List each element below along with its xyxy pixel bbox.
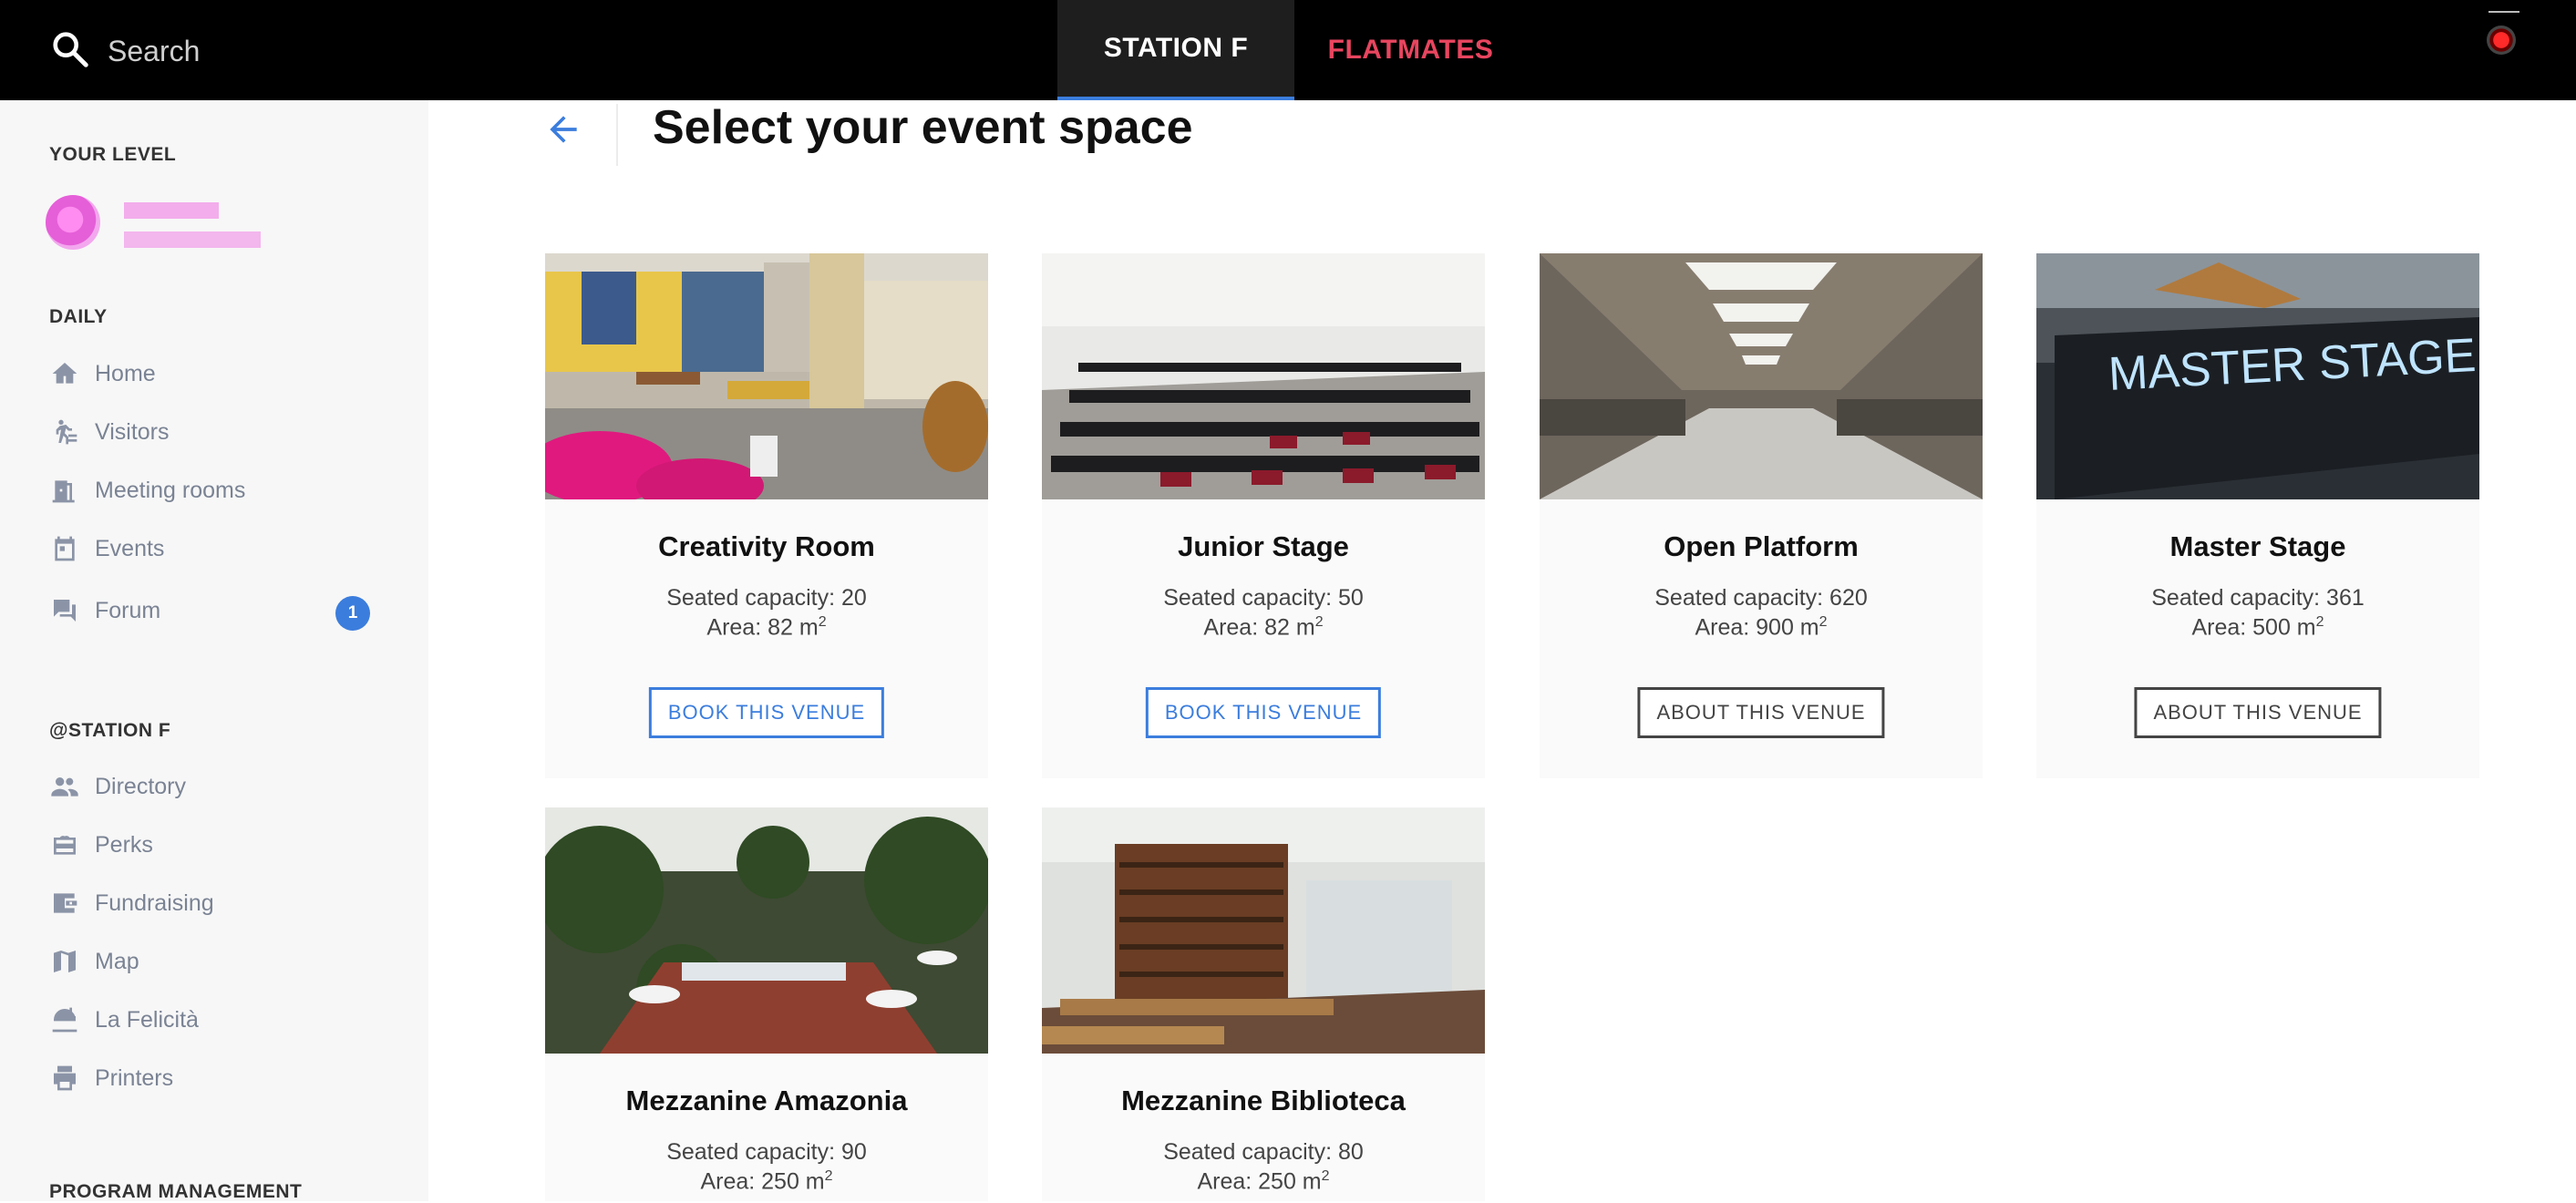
sidebar-item-perks[interactable]: Perks <box>49 822 377 868</box>
area-exponent: 2 <box>1321 1168 1330 1184</box>
sidebar-item-label: Directory <box>95 773 187 799</box>
venue-name: Master Stage <box>2169 530 2346 562</box>
venue-area: Area: 250 m2 <box>1042 1168 1485 1195</box>
venue-area-text: Area: 900 m <box>1695 614 1819 641</box>
venue-image-open-platform <box>1540 253 1983 499</box>
sidebar-item-printers[interactable]: Printers <box>49 1055 377 1101</box>
venue-area: Area: 82 m2 <box>545 614 988 641</box>
sidebar-item-label: Fundraising <box>95 889 214 916</box>
sidebar-item-fundraising[interactable]: Fundraising <box>49 880 377 926</box>
venue-card-open-platform: Open Platform Seated capacity: 620 Area:… <box>1540 253 1983 778</box>
sidebar-item-label: Visitors <box>95 418 170 445</box>
arrow-left-icon <box>543 116 583 153</box>
book-venue-button[interactable]: BOOK THIS VENUE <box>648 687 885 738</box>
sidebar-item-label: Map <box>95 948 139 974</box>
meeting-room-icon <box>49 475 80 506</box>
header-divider <box>616 104 618 166</box>
venue-area: Area: 900 m2 <box>1540 614 1983 641</box>
venue-card-mezzanine-biblioteca: Mezzanine Biblioteca Seated capacity: 80… <box>1042 807 1485 1201</box>
people-icon <box>49 771 80 802</box>
wallet-icon <box>49 888 80 919</box>
home-icon <box>49 358 80 389</box>
venue-capacity: Seated capacity: 361 <box>2151 585 2365 611</box>
top-bar: Search STATION F FLATMATES <box>0 0 2576 100</box>
venue-capacity: Seated capacity: 90 <box>666 1139 867 1165</box>
search-box[interactable]: Search <box>49 24 200 78</box>
search-input[interactable]: Search <box>108 35 200 68</box>
venue-image-creativity-room <box>545 253 988 499</box>
record-indicator-icon[interactable] <box>2487 26 2516 55</box>
venue-card-junior-stage: Junior Stage Seated capacity: 50 Area: 8… <box>1042 253 1485 778</box>
venue-name: Open Platform <box>1664 530 1859 562</box>
program-section-title: PROGRAM MANAGEMENT <box>49 1181 303 1202</box>
sidebar-item-label: Perks <box>95 831 153 858</box>
about-venue-button[interactable]: ABOUT THIS VENUE <box>1637 687 1885 738</box>
calendar-icon <box>49 533 80 564</box>
sidebar-item-la-felicita[interactable]: La Felicità <box>49 997 377 1043</box>
venue-capacity: Seated capacity: 50 <box>1163 585 1364 611</box>
venue-card-master-stage: MASTER STAGE Master Stage Seated capacit… <box>2036 253 2479 778</box>
venue-image-junior-stage <box>1042 253 1485 499</box>
venue-capacity: Seated capacity: 620 <box>1654 585 1868 611</box>
venue-name: Mezzanine Biblioteca <box>1121 1085 1406 1116</box>
venue-capacity: Seated capacity: 20 <box>666 585 867 611</box>
printer-icon <box>49 1063 80 1094</box>
daily-section-title: DAILY <box>49 306 108 327</box>
venue-card-creativity-room: Creativity Room Seated capacity: 20 Area… <box>545 253 988 778</box>
sidebar-item-label: Forum <box>95 597 161 623</box>
sidebar-item-forum[interactable]: Forum <box>49 588 377 633</box>
venue-area-text: Area: 500 m <box>2191 614 2316 641</box>
level-avatar <box>46 195 100 250</box>
area-exponent: 2 <box>1819 614 1828 630</box>
sidebar-item-label: Home <box>95 360 156 386</box>
area-exponent: 2 <box>818 614 827 630</box>
sidebar-item-label: La Felicità <box>95 1006 199 1033</box>
back-button[interactable] <box>543 109 589 155</box>
search-icon <box>49 28 91 75</box>
venue-area: Area: 82 m2 <box>1042 614 1485 641</box>
page-title: Select your event space <box>653 101 1193 154</box>
venue-area-text: Area: 250 m <box>1197 1168 1322 1195</box>
station-section-title: @STATION F <box>49 720 171 741</box>
level-detail-redacted <box>124 231 261 248</box>
venue-name: Creativity Room <box>658 530 875 562</box>
tab-flatmates[interactable]: FLATMATES <box>1294 0 1527 100</box>
venue-card-mezzanine-amazonia: Mezzanine Amazonia Seated capacity: 90 A… <box>545 807 988 1201</box>
venue-area-text: Area: 250 m <box>700 1168 825 1195</box>
forum-notification-badge: 1 <box>335 596 370 631</box>
area-exponent: 2 <box>1314 614 1324 630</box>
sidebar-item-directory[interactable]: Directory <box>49 764 377 809</box>
venue-area-text: Area: 82 m <box>1203 614 1315 641</box>
status-line <box>2488 11 2519 13</box>
area-exponent: 2 <box>2315 614 2324 630</box>
sidebar-item-meeting-rooms[interactable]: Meeting rooms <box>49 468 377 513</box>
sidebar-item-label: Events <box>95 535 165 561</box>
sidebar-item-events[interactable]: Events <box>49 526 377 571</box>
venue-image-mezzanine-biblioteca <box>1042 807 1485 1054</box>
venue-capacity: Seated capacity: 80 <box>1163 1139 1364 1165</box>
venue-area: Area: 500 m2 <box>2036 614 2479 641</box>
sidebar-item-label: Printers <box>95 1064 174 1091</box>
venue-area-text: Area: 82 m <box>706 614 819 641</box>
about-venue-button[interactable]: ABOUT THIS VENUE <box>2134 687 2382 738</box>
area-exponent: 2 <box>824 1168 833 1184</box>
venue-image-mezzanine-amazonia <box>545 807 988 1054</box>
forum-icon <box>49 595 80 626</box>
walking-person-icon <box>49 416 80 447</box>
venue-name: Mezzanine Amazonia <box>625 1085 908 1116</box>
map-icon <box>49 946 80 977</box>
book-venue-button[interactable]: BOOK THIS VENUE <box>1145 687 1382 738</box>
sidebar-item-label: Meeting rooms <box>95 477 246 503</box>
gift-card-icon <box>49 829 80 860</box>
venue-name: Junior Stage <box>1178 530 1349 562</box>
restaurant-icon <box>49 1004 80 1035</box>
sidebar-item-map[interactable]: Map <box>49 939 377 984</box>
tab-station-f[interactable]: STATION F <box>1057 0 1294 100</box>
sidebar-item-visitors[interactable]: Visitors <box>49 409 377 455</box>
venue-area: Area: 250 m2 <box>545 1168 988 1195</box>
level-section-title: YOUR LEVEL <box>49 144 177 165</box>
venue-image-master-stage: MASTER STAGE <box>2036 253 2479 499</box>
level-name-redacted <box>124 202 219 219</box>
sidebar-item-home[interactable]: Home <box>49 351 377 396</box>
